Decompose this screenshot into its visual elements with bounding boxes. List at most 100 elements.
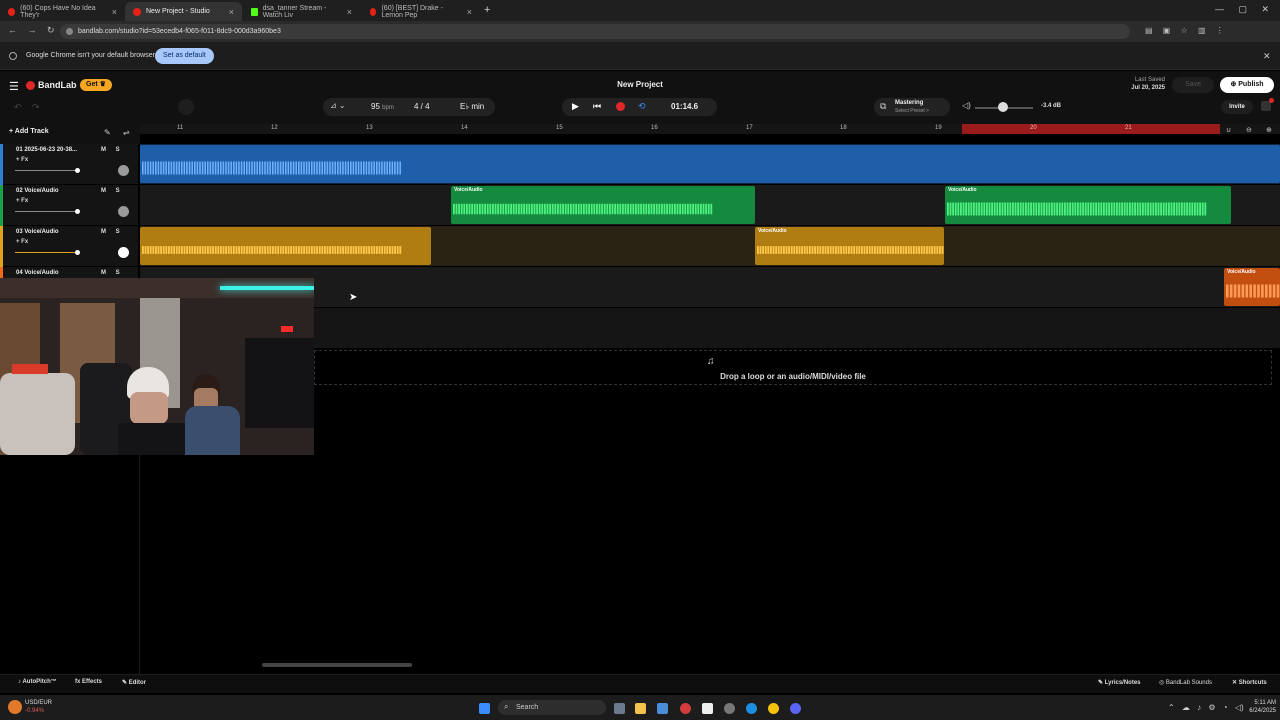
app-icon[interactable] [702,703,713,714]
track-lane-1[interactable] [140,144,1280,185]
loop-region[interactable] [962,124,1220,134]
pan-knob[interactable] [118,206,129,217]
add-fx-button[interactable]: + Fx [16,198,28,204]
task-view-icon[interactable] [614,703,625,714]
mute-solo-buttons[interactable]: M S [101,188,124,194]
track-name[interactable]: 03 Voice/Audio [16,229,59,235]
track-lane-3[interactable]: Voice/Audio [140,226,1280,267]
track-settings-icon[interactable]: ⇌ [123,128,130,137]
mute-solo-buttons[interactable]: M S [101,270,124,276]
add-fx-button[interactable]: + Fx [16,157,28,163]
new-tab-icon[interactable]: + [484,4,490,16]
site-info-icon[interactable] [66,28,73,35]
volume-icon[interactable]: ◁) [962,101,971,110]
url-field[interactable]: bandlab.com/studio?id=53ecedb4-f065-f011… [60,24,1130,39]
audio-clip[interactable] [140,145,1280,183]
autopitch-button[interactable]: ♪ AutoPitch™ [18,679,57,685]
search-label: Search [516,704,539,711]
audio-clip[interactable]: Voice/Audio [1224,268,1280,306]
add-fx-button[interactable]: + Fx [16,239,28,245]
pan-knob[interactable] [118,247,129,258]
clip-label: Voice/Audio [758,228,787,234]
publish-label: Publish [1238,81,1264,88]
edge-icon[interactable] [746,703,757,714]
mute-solo-buttons[interactable]: M S [101,147,124,153]
shortcuts-button[interactable]: ✕ Shortcuts [1232,679,1267,686]
waveform [142,246,402,254]
get-button[interactable]: Get ♛ [80,79,112,91]
bar-number: 16 [651,125,658,131]
track-name[interactable]: 01 2025-06-23 20-38... [16,147,77,153]
browser-tab[interactable]: (60) Cops Have No Idea They'r × [0,2,125,21]
metronome-icon[interactable] [178,99,194,115]
audio-clip[interactable]: Voice/Audio [945,186,1231,224]
track-name[interactable]: 02 Voice/Audio [16,188,59,194]
invite-button[interactable]: Invite [1221,100,1253,114]
undo-redo-buttons[interactable]: ↶ ↷ [14,102,40,113]
search-box[interactable]: Search [498,700,606,715]
discord-icon[interactable] [790,703,801,714]
play-icon[interactable]: ▶ [572,101,579,112]
store-icon[interactable] [657,703,668,714]
close-icon[interactable]: × [229,7,234,17]
track-header-1[interactable]: 01 2025-06-23 20-38... + Fx M S [0,144,138,185]
menu-icon[interactable]: ☰ [9,80,19,93]
close-icon[interactable]: ✕ [1263,51,1271,62]
loop-icon[interactable]: ⟲ [638,101,646,112]
editor-button[interactable]: ✎ Editor [122,679,146,686]
nav-buttons[interactable]: ← → ↻ [8,25,55,36]
bpm-field[interactable]: 95 bpm [371,102,394,111]
notification-badge [1269,98,1274,103]
windows-start-icon[interactable] [479,703,490,714]
bed [0,373,75,455]
track-header-3[interactable]: 03 Voice/Audio + Fx M S [0,226,138,267]
close-icon[interactable]: × [467,7,472,17]
zoom-out-icon[interactable]: ⊖ [1246,126,1252,134]
audio-clip[interactable]: Voice/Audio [451,186,755,224]
close-icon[interactable]: × [112,7,117,17]
lyrics-notes-button[interactable]: ✎ Lyrics/Notes [1098,679,1141,686]
track-volume-slider[interactable] [15,168,80,173]
track-header-2[interactable]: 02 Voice/Audio + Fx M S [0,185,138,226]
browser-tab[interactable]: (60) [BEST] Drake - Lemon Pep × [362,2,480,21]
key-selector[interactable]: E♭ min [460,102,484,111]
chrome-icon[interactable] [768,703,779,714]
bandlab-logo[interactable]: BandLab [26,80,77,90]
add-track-button[interactable]: + Add Track [9,128,49,135]
track-volume-slider[interactable] [15,250,80,255]
rewind-icon[interactable]: ⏮ [593,101,601,112]
drop-zone[interactable]: Drop a loop or an audio/MIDI/video file [314,350,1272,385]
zoom-in-icon[interactable]: ⊕ [1266,126,1272,134]
set-default-button[interactable]: Set as default [155,48,214,64]
track-name[interactable]: 04 Voice/Audio [16,270,59,276]
browser-tab-active[interactable]: New Project - Studio × [125,2,242,21]
automation-icon[interactable]: ✎ [104,128,111,137]
weather-widget-icon[interactable] [8,700,22,714]
metronome-toggle-icon[interactable]: ⊿ ⌄ [330,101,346,110]
effects-button[interactable]: fx Effects [75,679,102,685]
system-tray-icons[interactable]: ⌃ ☁ ♪ ⚙ ◔ ◁) [1168,703,1244,712]
mastering-icon: ⧉ [880,101,887,111]
snap-icon[interactable]: ∪ [1226,126,1231,134]
track-volume-slider[interactable] [15,209,80,214]
window-controls[interactable]: — ▢ ✕ [1215,4,1269,15]
app-icon[interactable] [724,703,735,714]
publish-button[interactable]: ⊕ Publish [1220,77,1274,93]
save-label: Save [1185,81,1201,88]
save-button[interactable]: Save [1172,77,1214,93]
horizontal-scrollbar[interactable] [262,663,412,667]
audio-clip[interactable] [140,227,431,265]
browser-tab[interactable]: dsa_tanner Stream - Watch Liv × [243,2,360,21]
record-icon[interactable] [616,102,625,111]
close-icon[interactable]: × [347,7,352,17]
mute-solo-buttons[interactable]: M S [101,229,124,235]
app-icon[interactable] [680,703,691,714]
audio-clip[interactable]: Voice/Audio [755,227,944,265]
toolbar-icons[interactable]: ▤ ▣ ☆ ▥ ⋮ [1145,26,1224,35]
volume-slider-handle[interactable] [998,102,1008,112]
track-lane-2[interactable]: Voice/Audio Voice/Audio [140,185,1280,226]
file-explorer-icon[interactable] [635,703,646,714]
time-signature[interactable]: 4 / 4 [414,102,430,111]
bandlab-sounds-button[interactable]: ◎ BandLab Sounds [1159,679,1212,686]
pan-knob[interactable] [118,165,129,176]
